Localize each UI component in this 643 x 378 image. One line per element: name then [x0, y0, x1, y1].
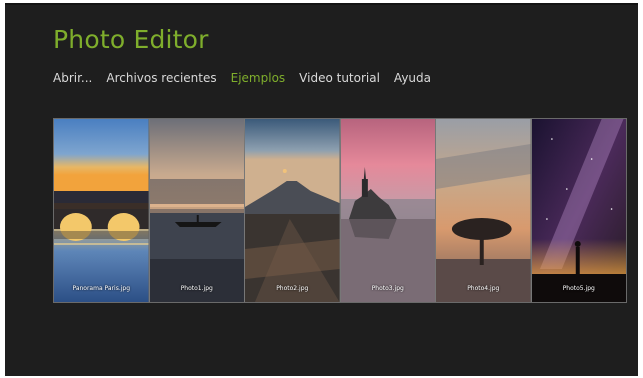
photo-thumbnail-photo5 — [531, 119, 626, 302]
photo-tile-photo4[interactable]: Photo4.jpg — [436, 119, 532, 302]
photo-thumbnail-photo1 — [149, 119, 244, 302]
photo-label: Photo5.jpg — [562, 285, 595, 292]
window-top-border — [5, 3, 638, 5]
photo-label: Photo2.jpg — [276, 285, 309, 292]
example-gallery: Panorama Paris.jpg Photo1.jpg Photo2.jpg… — [53, 118, 627, 303]
photo-thumbnail-photo3 — [340, 119, 435, 302]
photo-label: Panorama Paris.jpg — [72, 285, 131, 292]
photo-tile-photo2[interactable]: Photo2.jpg — [245, 119, 341, 302]
photo-tile-panorama-paris[interactable]: Panorama Paris.jpg — [54, 119, 150, 302]
photo-tile-photo3[interactable]: Photo3.jpg — [340, 119, 436, 302]
menu-item-video-tutorial[interactable]: Video tutorial — [299, 71, 380, 85]
app-window: Photo Editor Abrir... Archivos recientes… — [5, 3, 638, 376]
photo-thumbnail-photo4 — [436, 119, 531, 302]
menu-item-open[interactable]: Abrir... — [53, 71, 92, 85]
main-menu: Abrir... Archivos recientes Ejemplos Vid… — [53, 71, 431, 85]
menu-item-recent-files[interactable]: Archivos recientes — [106, 71, 216, 85]
photo-label: Photo1.jpg — [180, 285, 213, 292]
photo-label: Photo3.jpg — [371, 285, 404, 292]
photo-thumbnail-photo2 — [245, 119, 340, 302]
menu-item-examples[interactable]: Ejemplos — [231, 71, 286, 85]
photo-label: Photo4.jpg — [467, 285, 500, 292]
photo-thumbnail-panorama-paris — [54, 119, 149, 302]
app-title: Photo Editor — [53, 25, 209, 54]
photo-tile-photo5[interactable]: Photo5.jpg — [531, 119, 626, 302]
menu-item-help[interactable]: Ayuda — [394, 71, 431, 85]
photo-tile-photo1[interactable]: Photo1.jpg — [149, 119, 245, 302]
